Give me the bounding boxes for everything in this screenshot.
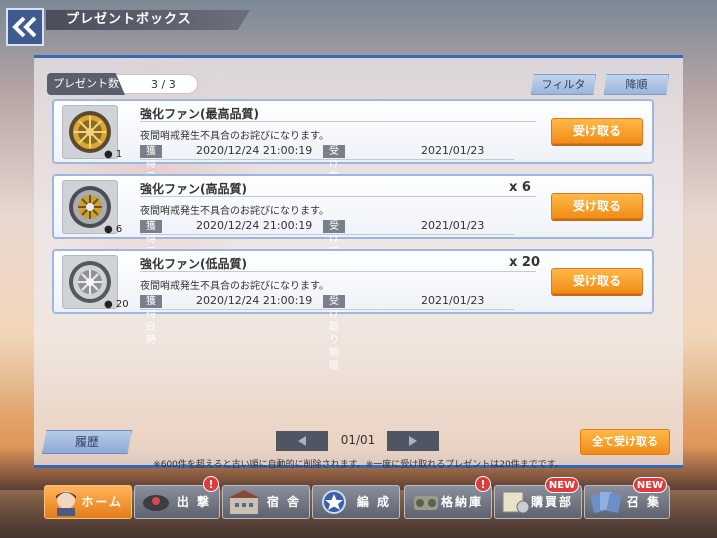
item-description: 夜間哨戒発生不具合のお詫びになります。: [140, 206, 329, 217]
triangle-right-icon: [409, 436, 417, 446]
receive-button[interactable]: 受け取る: [551, 193, 643, 219]
acquired-label: 獲得日時: [140, 145, 162, 196]
divider: [140, 271, 536, 272]
cards-icon: [590, 492, 622, 514]
divider: [140, 309, 514, 310]
receive-button[interactable]: 受け取る: [551, 268, 643, 294]
footer-note: ※600件を超えると古い順に自動的に削除されます。※一度に受け取れるプレゼントは…: [153, 460, 564, 470]
double-chevron-left-icon: [12, 16, 37, 38]
item-quantity-badge: ● 20: [104, 299, 129, 310]
deadline-label: 受け取り期限: [323, 220, 345, 297]
acquired-date: 2020/12/24 21:00:19: [196, 294, 313, 307]
divider: [140, 234, 514, 235]
divider: [140, 121, 536, 122]
deadline-date: 2021/01/23: [421, 294, 485, 307]
next-page-button[interactable]: [387, 431, 439, 451]
item-name: 強化ファン(低品質): [140, 257, 247, 271]
item-quantity-badge: ● 6: [104, 224, 123, 235]
present-box-panel: プレゼント数 3 / 3 フィルタ 降順 ● 1 強化ファン(最高品質) 夜間哨…: [34, 55, 683, 470]
building-icon: [228, 490, 260, 514]
nav-recruit[interactable]: 召 集 NEW: [584, 477, 670, 519]
sort-order-button[interactable]: 降順: [604, 74, 669, 95]
deadline-label: 受け取り期限: [323, 145, 345, 222]
acquired-date: 2020/12/24 21:00:19: [196, 219, 313, 232]
deadline-date: 2021/01/23: [421, 219, 485, 232]
page-title: プレゼントボックス: [46, 10, 250, 30]
item-quantity-badge: ● 1: [104, 149, 123, 160]
new-badge: NEW: [633, 477, 667, 493]
acquired-label: 獲得日時: [140, 295, 162, 346]
back-button[interactable]: [6, 8, 44, 46]
shop-catalog-icon: [502, 491, 530, 514]
nav-home-label: ホーム: [81, 495, 123, 509]
present-count: プレゼント数 3 / 3: [47, 73, 198, 95]
previous-page-button[interactable]: [276, 431, 328, 451]
nav-dorm-label: 宿 舎: [266, 495, 301, 509]
item-name: 強化ファン(高品質): [140, 182, 247, 196]
present-item: ● 20 強化ファン(低品質) x 20 夜間哨戒発生不具合のお詫びになります。…: [52, 249, 654, 372]
item-name: 強化ファン(最高品質): [140, 107, 259, 121]
deadline-date: 2021/01/23: [421, 144, 485, 157]
present-count-value: 3 / 3: [151, 78, 176, 91]
triangle-left-icon: [298, 436, 306, 446]
divider: [140, 159, 514, 160]
present-item: ● 6 強化ファン(高品質) x 6 夜間哨戒発生不具合のお詫びになります。 獲…: [52, 174, 654, 297]
present-count-label: プレゼント数: [47, 73, 125, 95]
item-quantity-value: 20: [115, 299, 129, 310]
character-avatar-icon: [56, 491, 76, 516]
page-indicator: 01/01: [340, 433, 376, 447]
alert-badge: !: [203, 476, 219, 492]
nav-sortie[interactable]: 出 撃 !: [134, 476, 220, 519]
new-badge: NEW: [545, 477, 579, 493]
deadline-label: 受け取り期限: [323, 295, 345, 372]
divider: [140, 196, 536, 197]
item-count: x 20: [509, 255, 541, 270]
item-quantity-value: 6: [115, 224, 123, 235]
engine-icon: [414, 496, 438, 510]
item-description: 夜間哨戒発生不具合のお詫びになります。: [140, 281, 329, 292]
aircraft-icon: [143, 495, 169, 511]
acquired-date: 2020/12/24 21:00:19: [196, 144, 313, 157]
receive-all-button[interactable]: 全て受け取る: [580, 429, 670, 455]
item-count: x 6: [509, 180, 531, 195]
nav-hangar-label: 格納庫: [440, 495, 483, 509]
nav-hangar[interactable]: 格納庫 !: [404, 476, 492, 519]
nav-formation[interactable]: 編 成: [312, 485, 400, 519]
emblem-star-icon: [322, 490, 346, 514]
filter-button[interactable]: フィルタ: [531, 74, 596, 95]
receive-button[interactable]: 受け取る: [551, 118, 643, 144]
item-description: 夜間哨戒発生不具合のお詫びになります。: [140, 131, 329, 142]
acquired-label: 獲得日時: [140, 220, 162, 271]
item-quantity-value: 1: [115, 149, 123, 160]
nav-shop[interactable]: 購買部 NEW: [494, 477, 582, 519]
nav-dorm[interactable]: 宿 舎: [222, 485, 310, 519]
nav-formation-label: 編 成: [356, 495, 391, 509]
present-item: ● 1 強化ファン(最高品質) 夜間哨戒発生不具合のお詫びになります。 獲得日時…: [52, 99, 654, 222]
history-button[interactable]: 履歴: [42, 430, 132, 454]
nav-home[interactable]: ホーム: [44, 485, 132, 519]
alert-badge: !: [475, 476, 491, 492]
